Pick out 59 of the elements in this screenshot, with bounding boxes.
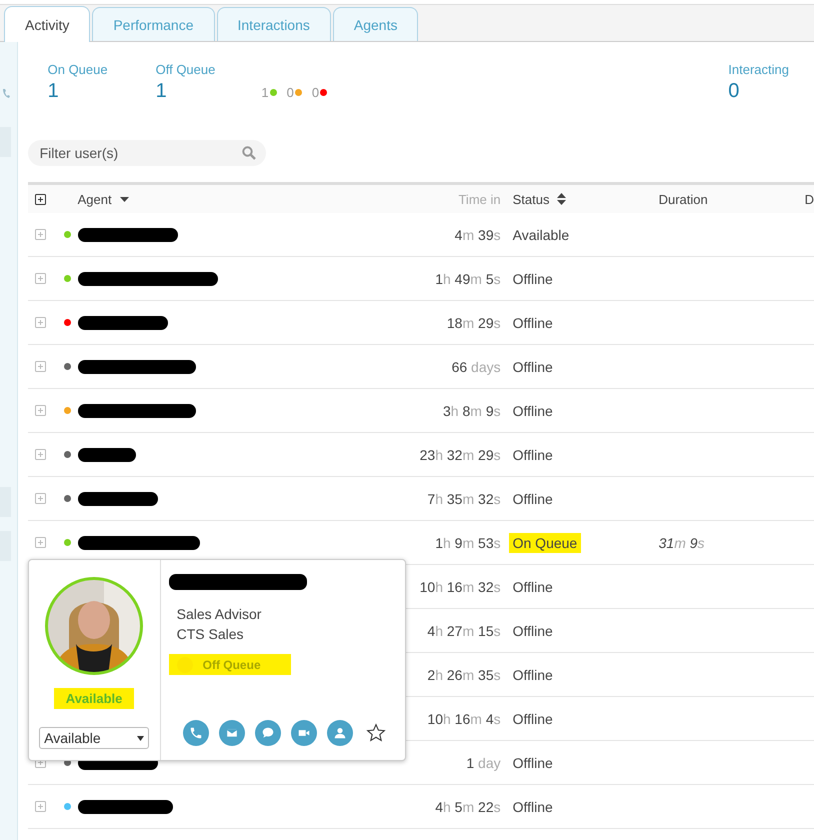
status-count: 0	[312, 85, 328, 100]
time-in: 18m 29s	[446, 314, 502, 330]
tab[interactable]: Activity	[4, 6, 90, 42]
agent-status: Offline	[512, 578, 554, 596]
stat-label: On Queue	[48, 62, 108, 77]
presence-select[interactable]: Available	[39, 727, 150, 749]
agent-status: Offline	[512, 358, 554, 376]
phone-icon[interactable]	[182, 720, 209, 746]
caret-icon	[137, 736, 144, 740]
time-in: 10h 16m 32s	[418, 578, 502, 594]
agent-status: Offline	[512, 798, 554, 816]
time-in: 3h 8m 9s	[442, 402, 502, 418]
stat-label: Off Queue	[156, 62, 216, 77]
column-header[interactable]: Duration	[658, 192, 708, 206]
search-icon[interactable]	[242, 146, 256, 160]
agent-status: Offline	[512, 710, 554, 728]
agent-status: Offline	[512, 446, 554, 464]
stat-value: 1	[48, 80, 60, 103]
job-title: Sales Advisor	[176, 605, 262, 624]
time-in: 23h 32m 29s	[418, 446, 502, 462]
time-in: 2h 26m 35s	[426, 666, 502, 682]
status-count: 0	[286, 85, 302, 100]
chat-icon[interactable]	[254, 720, 281, 746]
time-in: 10h 16m 4s	[426, 710, 502, 726]
mail-icon[interactable]	[218, 720, 245, 746]
time-in: 4h 5m 22s	[434, 798, 502, 814]
column-header[interactable]: D	[804, 192, 814, 206]
agent-status: Available	[512, 226, 570, 244]
column-header[interactable]: Agent	[78, 192, 112, 206]
status-count: 1	[261, 85, 277, 100]
agent-status: Offline	[512, 270, 554, 288]
stat-value: 1	[156, 80, 168, 103]
time-in: 7h 35m 32s	[426, 490, 502, 506]
agent-status: Offline	[512, 754, 554, 772]
agent-status: Offline	[512, 666, 554, 684]
time-in: 1 day	[465, 754, 502, 770]
time-in: 4h 27m 15s	[426, 622, 502, 638]
time-in: 66 days	[450, 358, 502, 374]
sort-icon[interactable]	[120, 196, 129, 202]
department: CTS Sales	[176, 625, 245, 644]
time-in: 1h 9m 53s	[434, 534, 502, 550]
duration: 31m 9s	[658, 534, 705, 550]
video-camera-icon[interactable]	[290, 720, 317, 746]
time-in: 1h 49m 5s	[434, 270, 502, 286]
agent-status: Offline	[512, 490, 554, 508]
time-in: 4m 39s	[454, 226, 502, 242]
sort-icon[interactable]	[557, 193, 566, 205]
person-icon[interactable]	[326, 720, 353, 746]
presence-status: Available	[54, 688, 134, 709]
stat-label: Interacting	[728, 62, 789, 77]
phone-icon	[2, 88, 10, 99]
agent-status: On Queue	[508, 532, 582, 552]
expand-icon[interactable]	[34, 194, 46, 204]
agent-status: Offline	[512, 314, 554, 332]
stat-value: 0	[728, 80, 740, 103]
agent-status: Offline	[512, 402, 554, 420]
agent-status: Offline	[512, 622, 554, 640]
filter-field[interactable]: Filter user(s)	[28, 140, 266, 166]
column-header[interactable]: Status	[512, 192, 550, 206]
